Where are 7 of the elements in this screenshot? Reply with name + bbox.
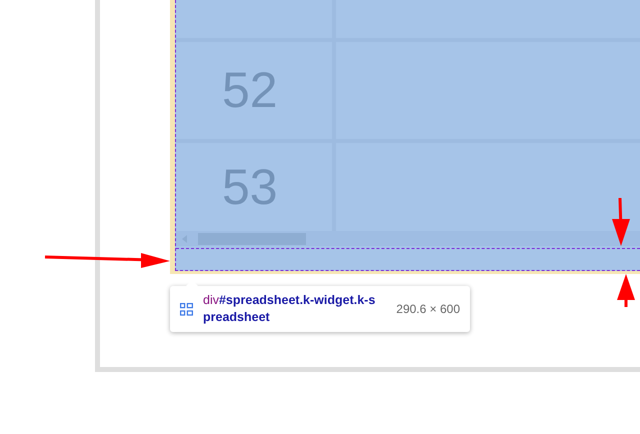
element-size: 290.6 × 600 — [396, 302, 460, 316]
element-selector: div#spreadsheet.k-widget.k-spreadsheet — [203, 292, 376, 326]
arrow — [612, 198, 630, 246]
layout-grid-icon — [180, 302, 193, 316]
arrow — [617, 274, 635, 307]
scrollbar[interactable] — [176, 231, 640, 246]
scrollbar-thumb[interactable] — [198, 232, 306, 244]
